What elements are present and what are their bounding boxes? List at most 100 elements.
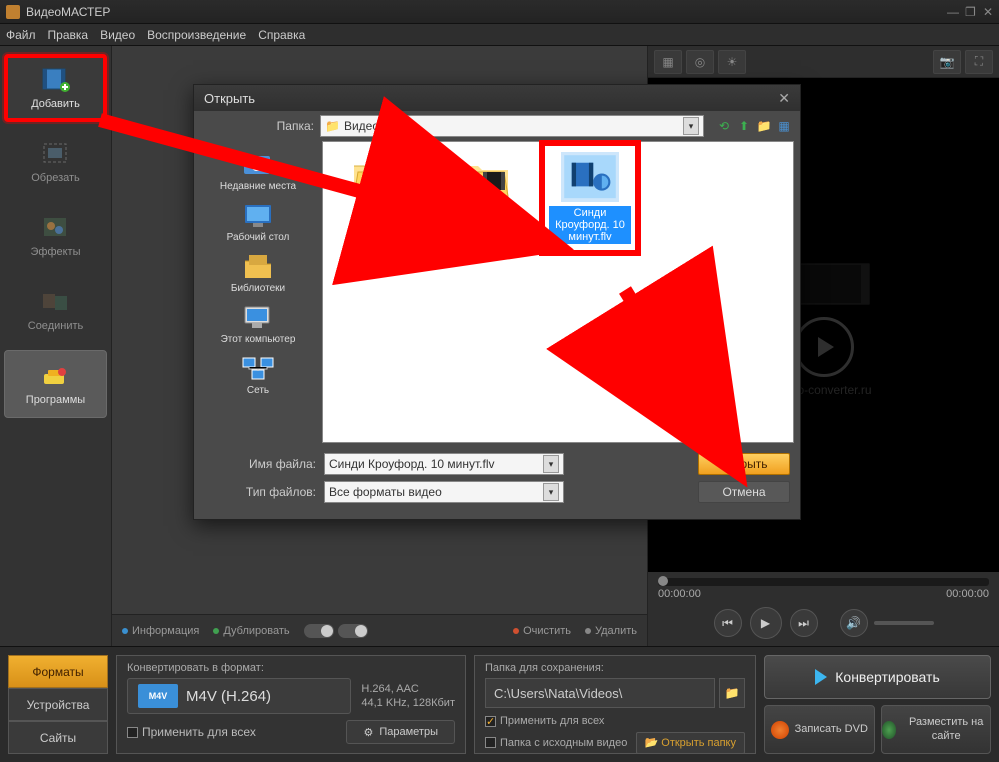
filetype-label: Тип файлов:	[204, 485, 316, 499]
format-badge: M4V	[138, 684, 178, 708]
info-button[interactable]: Информация	[122, 625, 199, 637]
minimize-button[interactable]: —	[947, 5, 957, 19]
save-folder-panel: Папка для сохранения: C:\Users\Nata\Vide…	[474, 655, 756, 754]
timecode-start: 00:00:00	[658, 588, 701, 600]
crop-icon	[39, 140, 73, 168]
places-sidebar: Недавние места Рабочий стол Библиотеки Э…	[194, 141, 322, 449]
tool-brightness-icon[interactable]: ☀	[718, 50, 746, 74]
app-title: ВидеоМАСТЕР	[26, 5, 110, 19]
globe-icon	[882, 721, 897, 739]
save-header: Папка для сохранения:	[485, 662, 745, 674]
app-logo-icon	[6, 5, 20, 19]
format-name: M4V (H.264)	[186, 688, 271, 705]
codec-info: H.264, AAC 44,1 KHz, 128Кбит	[361, 682, 455, 711]
file-list: Hyper Знакомство с Windows 10 Синди Кроу…	[322, 141, 794, 443]
place-computer[interactable]: Этот компьютер	[219, 300, 298, 347]
tool-camera-icon[interactable]: 📷	[933, 50, 961, 74]
sidebar-fx-label: Эффекты	[30, 246, 80, 258]
delete-button[interactable]: Удалить	[585, 625, 637, 637]
nav-view-icon[interactable]: ▦	[776, 118, 792, 134]
volume-slider[interactable]	[874, 621, 934, 625]
menubar: Файл Правка Видео Воспроизведение Справк…	[0, 24, 999, 46]
sidebar-merge-button[interactable]: Соединить	[4, 276, 107, 344]
tab-sites[interactable]: Сайты	[8, 721, 108, 754]
tool-snapshot-icon[interactable]: ◎	[686, 50, 714, 74]
prev-button[interactable]: ⏮	[714, 609, 742, 637]
film-add-icon	[39, 66, 73, 94]
folder-icon: 📁	[325, 119, 340, 133]
place-recent[interactable]: Недавние места	[218, 147, 298, 194]
toggle-a[interactable]	[304, 624, 334, 638]
sidebar-fx-button[interactable]: Эффекты	[4, 202, 107, 270]
file-item-windows10[interactable]: Знакомство с Windows 10	[439, 152, 529, 230]
format-selector[interactable]: M4V M4V (H.264)	[127, 678, 351, 714]
gear-icon: ⚙	[363, 726, 373, 739]
sidebar-merge-label: Соединить	[28, 320, 84, 332]
menu-video[interactable]: Видео	[100, 28, 135, 42]
convert-format-panel: Конвертировать в формат: M4V M4V (H.264)…	[116, 655, 466, 754]
folder-combo[interactable]: 📁 Видео ▾	[320, 115, 704, 137]
clear-button[interactable]: Очистить	[513, 625, 571, 637]
filetype-combo[interactable]: Все форматы видео▾	[324, 481, 564, 503]
filename-input[interactable]: Синди Кроуфорд. 10 минут.flv▾	[324, 453, 564, 475]
tab-devices[interactable]: Устройства	[8, 688, 108, 721]
toggle-b[interactable]	[338, 624, 368, 638]
effects-icon	[39, 214, 73, 242]
sidebar-crop-button[interactable]: Обрезать	[4, 128, 107, 196]
next-button[interactable]: ⏭	[790, 609, 818, 637]
file-item-hyper[interactable]: Hyper	[333, 152, 423, 218]
source-folder-check[interactable]: Папка с исходным видео	[485, 735, 627, 752]
save-path[interactable]: C:\Users\Nata\Videos\	[485, 678, 715, 708]
burn-dvd-button[interactable]: Записать DVD	[764, 705, 875, 754]
nav-newfolder-icon[interactable]: 📁	[756, 118, 772, 134]
sidebar-crop-label: Обрезать	[31, 172, 80, 184]
sidebar-add-label: Добавить	[31, 98, 80, 110]
duplicate-button[interactable]: Дублировать	[213, 625, 289, 637]
dialog-title: Открыть	[204, 91, 255, 106]
close-button[interactable]: ✕	[983, 5, 993, 19]
folder-label: Папка:	[202, 119, 314, 133]
tool-fullscreen-icon[interactable]: ⛶	[965, 50, 993, 74]
sidebar-programs-button[interactable]: Программы	[4, 350, 107, 418]
play-button[interactable]: ▶	[750, 607, 782, 639]
place-network[interactable]: Сеть	[238, 351, 278, 398]
bottom-panel: Форматы Устройства Сайты Конвертировать …	[0, 646, 999, 762]
place-desktop[interactable]: Рабочий стол	[225, 198, 292, 245]
tab-formats[interactable]: Форматы	[8, 655, 108, 688]
menu-file[interactable]: Файл	[6, 28, 36, 42]
filename-label: Имя файла:	[204, 457, 316, 471]
play-logo-icon	[794, 317, 854, 377]
dialog-close-button[interactable]: ✕	[778, 90, 790, 107]
nav-back-icon[interactable]: ⟲	[716, 118, 732, 134]
nav-up-icon[interactable]: ⬆	[736, 118, 752, 134]
menu-help[interactable]: Справка	[258, 28, 305, 42]
volume-button[interactable]: 🔊	[840, 609, 868, 637]
tool-frame-icon[interactable]: ▦	[654, 50, 682, 74]
dialog-open-button[interactable]: Открыть	[698, 453, 790, 475]
seek-slider[interactable]	[658, 578, 989, 586]
place-libraries[interactable]: Библиотеки	[229, 249, 287, 296]
list-toolbar: Информация Дублировать Очистить Удалить	[112, 614, 647, 646]
sidebar-programs-label: Программы	[26, 394, 85, 406]
convert-header: Конвертировать в формат:	[127, 662, 455, 674]
sidebar-add-button[interactable]: Добавить	[4, 54, 107, 122]
maximize-button[interactable]: ❐	[965, 5, 975, 19]
timecode-end: 00:00:00	[946, 588, 989, 600]
open-folder-button[interactable]: 📂 Открыть папку	[636, 732, 745, 755]
disc-icon	[771, 721, 789, 739]
play-icon	[815, 669, 827, 685]
menu-edit[interactable]: Правка	[48, 28, 89, 42]
menu-play[interactable]: Воспроизведение	[147, 28, 246, 42]
apply-all-check[interactable]: Применить для всех	[127, 725, 256, 739]
convert-button[interactable]: Конвертировать	[764, 655, 991, 699]
file-item-selected[interactable]: Синди Кроуфорд. 10 минут.flv	[545, 146, 635, 250]
titlebar: ВидеоМАСТЕР — ❐ ✕	[0, 0, 999, 24]
params-button[interactable]: ⚙Параметры	[346, 720, 455, 744]
open-file-dialog: Открыть ✕ Папка: 📁 Видео ▾ ⟲ ⬆ 📁 ▦ Недав…	[193, 84, 801, 520]
dialog-cancel-button[interactable]: Отмена	[698, 481, 790, 503]
publish-web-button[interactable]: Разместить на сайте	[881, 705, 992, 754]
programs-icon	[39, 362, 73, 390]
save-apply-all-check[interactable]: Применить для всех	[485, 713, 604, 730]
sidebar: Добавить Обрезать Эффекты Соединить Прог…	[0, 46, 112, 646]
browse-folder-button[interactable]: 📁	[719, 678, 745, 708]
